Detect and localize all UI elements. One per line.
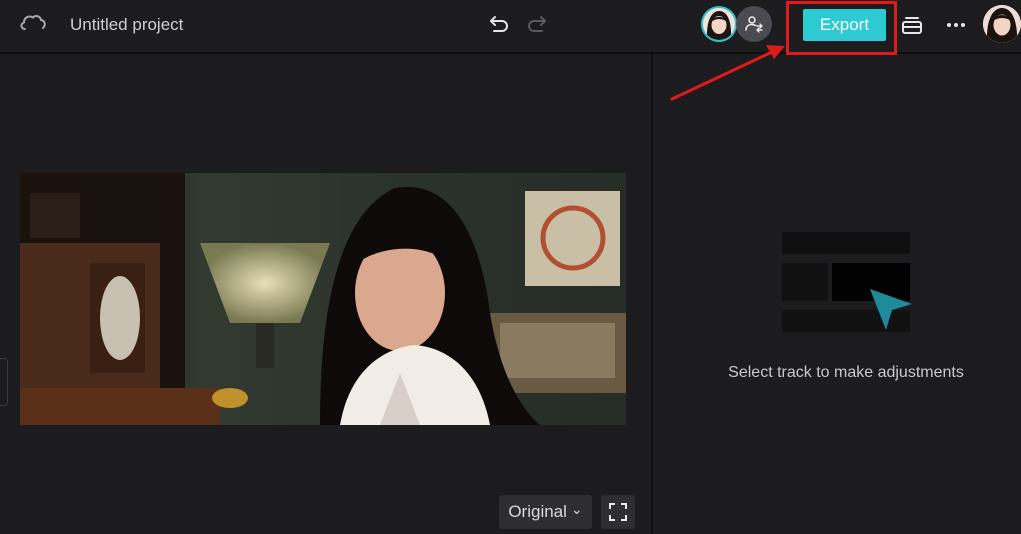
properties-empty-hint: Select track to make adjustments bbox=[728, 364, 964, 381]
chevron-down-icon: ⌄ bbox=[570, 500, 583, 517]
redo-icon[interactable] bbox=[525, 12, 549, 36]
fullscreen-icon bbox=[609, 503, 627, 521]
cloud-icon[interactable] bbox=[19, 13, 47, 33]
more-icon[interactable] bbox=[944, 13, 968, 37]
undo-icon[interactable] bbox=[487, 12, 511, 36]
collapse-panel-handle[interactable] bbox=[0, 358, 8, 406]
top-bar: Untitled project Export bbox=[0, 0, 1021, 55]
project-title[interactable]: Untitled project bbox=[70, 15, 183, 35]
empty-state-illustration bbox=[782, 232, 912, 332]
layers-icon[interactable] bbox=[900, 13, 924, 37]
video-preview[interactable] bbox=[20, 173, 626, 425]
aspect-ratio-label: Original bbox=[508, 502, 567, 521]
collaborator-avatar[interactable] bbox=[701, 6, 737, 42]
invite-collaborator-icon[interactable] bbox=[736, 6, 772, 42]
user-avatar[interactable] bbox=[983, 5, 1021, 43]
panel-divider bbox=[651, 54, 653, 534]
fullscreen-button[interactable] bbox=[601, 495, 635, 529]
annotation-highlight-box bbox=[786, 1, 897, 55]
aspect-ratio-select[interactable]: Original ⌄ bbox=[499, 495, 592, 529]
